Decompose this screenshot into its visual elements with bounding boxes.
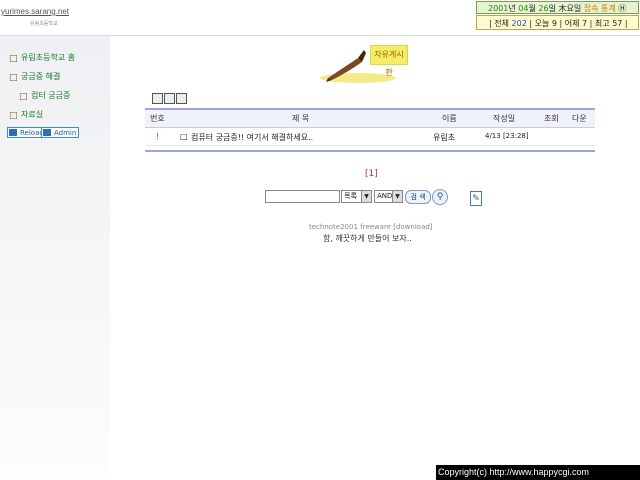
- row-name[interactable]: 유림초: [433, 132, 455, 143]
- list-icon[interactable]: [164, 93, 175, 104]
- sidebar-item-label: 궁금증 해결: [21, 72, 61, 81]
- write-post-icon[interactable]: ✎: [470, 191, 482, 206]
- row-date: 4/13 [23:28]: [485, 132, 529, 140]
- sidebar-item-label: 자료실: [21, 110, 44, 119]
- stat-total: 202: [511, 19, 527, 28]
- page-link[interactable]: [1]: [365, 169, 378, 179]
- sidebar-item-resources[interactable]: □ 자료실: [9, 109, 43, 121]
- admin-icon: [43, 129, 51, 136]
- write-icon[interactable]: [152, 93, 163, 104]
- help-icon[interactable]: Ⓗ: [618, 4, 626, 13]
- book-open-icon: □: [19, 92, 28, 102]
- visitor-stats: | 전체 202 | 오늘 9 | 어제 7 | 최고 57 |: [476, 15, 639, 30]
- admin-button[interactable]: Admin: [41, 127, 80, 138]
- search-icon[interactable]: ⚲: [432, 189, 448, 205]
- sidebar-item-computer-questions[interactable]: □ 컴터 궁금증: [19, 90, 70, 102]
- col-date: 작성일: [493, 114, 516, 123]
- date-day-suffix: 일: [548, 4, 556, 13]
- admin-tool-icon[interactable]: [176, 93, 187, 104]
- date-year: 2001: [488, 4, 509, 13]
- book-icon: □: [9, 73, 18, 83]
- copyright-bar: Copyright(c) http://www.happycgi.com: [436, 465, 640, 480]
- sidebar-item-label: 유림초등학교 홈: [21, 53, 76, 62]
- software-credit[interactable]: technote2001 freeware [download]: [309, 223, 433, 231]
- reload-icon: [9, 129, 17, 136]
- search-input[interactable]: [265, 190, 340, 203]
- sidebar-item-label: 컴터 궁금증: [31, 91, 71, 100]
- sidebar: □ 유림초등학교 홈 □ 궁금증 해결 □ 컴터 궁금증 □ 자료실 Reload Ad…: [0, 36, 110, 480]
- board-title: 자유게시판: [370, 45, 408, 77]
- table-header: 번호 제 목 이름 작성일 조회 다운: [145, 110, 595, 128]
- stat-total-label: 전체: [494, 19, 509, 28]
- chevron-down-icon: ▼: [392, 191, 402, 202]
- search-button[interactable]: 검 색: [405, 190, 431, 204]
- stat-max: 57: [612, 19, 623, 28]
- stat-yesterday: 7: [582, 19, 588, 28]
- date-display: 2001년 04월 26일 木요일 접속 통계 Ⓗ: [476, 1, 639, 14]
- book-icon: □: [9, 111, 18, 121]
- date-month-suffix: 월: [528, 4, 536, 13]
- date-day: 26: [538, 4, 549, 13]
- chevron-down-icon: ▼: [361, 191, 371, 202]
- logo-subtitle: 유림초등학교: [30, 21, 58, 27]
- col-name: 이름: [442, 114, 457, 123]
- memo-icon: □: [180, 132, 188, 141]
- sidebar-item-questions[interactable]: □ 궁금증 해결: [9, 71, 60, 83]
- row-subject[interactable]: 컴퓨터 궁금증!! 여기서 해결하세요..: [191, 132, 313, 143]
- stats-link[interactable]: 접속 통계: [584, 4, 616, 13]
- post-list: 번호 제 목 이름 작성일 조회 다운 ! □ 컴퓨터 궁금증!! 여기서 해결…: [145, 108, 595, 152]
- stat-today-label: 오늘: [534, 19, 550, 28]
- date-month: 04: [518, 4, 529, 13]
- col-subject: 제 목: [292, 114, 310, 123]
- table-bottom-border: [145, 150, 595, 152]
- col-views: 조회: [544, 114, 559, 123]
- table-row[interactable]: ! □ 컴퓨터 궁금증!! 여기서 해결하세요.. 유림초 4/13 [23:2…: [145, 128, 595, 146]
- book-icon: □: [9, 54, 18, 64]
- col-no: 번호: [150, 114, 165, 123]
- field-select[interactable]: 목록 ▼: [341, 190, 372, 203]
- sidebar-item-home[interactable]: □ 유림초등학교 홈: [9, 52, 75, 64]
- footer-slogan: 함, 깨끗하게 만들어 보자..: [323, 234, 412, 243]
- stat-today: 9: [551, 19, 557, 28]
- stat-max-label: 최고: [594, 19, 610, 28]
- col-down: 다운: [572, 114, 587, 123]
- board-tools: [152, 93, 188, 106]
- stat-yesterday-label: 어제: [564, 19, 580, 28]
- site-logo[interactable]: yurimes.sarang.net: [1, 7, 69, 16]
- logic-select[interactable]: AND ▼: [374, 190, 403, 203]
- top-bar: yurimes.sarang.net 유림초등학교 2001년 04월 26일 …: [0, 0, 640, 36]
- row-no: !: [156, 132, 160, 141]
- date-weekday: 木요일: [558, 4, 582, 13]
- date-year-suffix: 년: [508, 4, 516, 13]
